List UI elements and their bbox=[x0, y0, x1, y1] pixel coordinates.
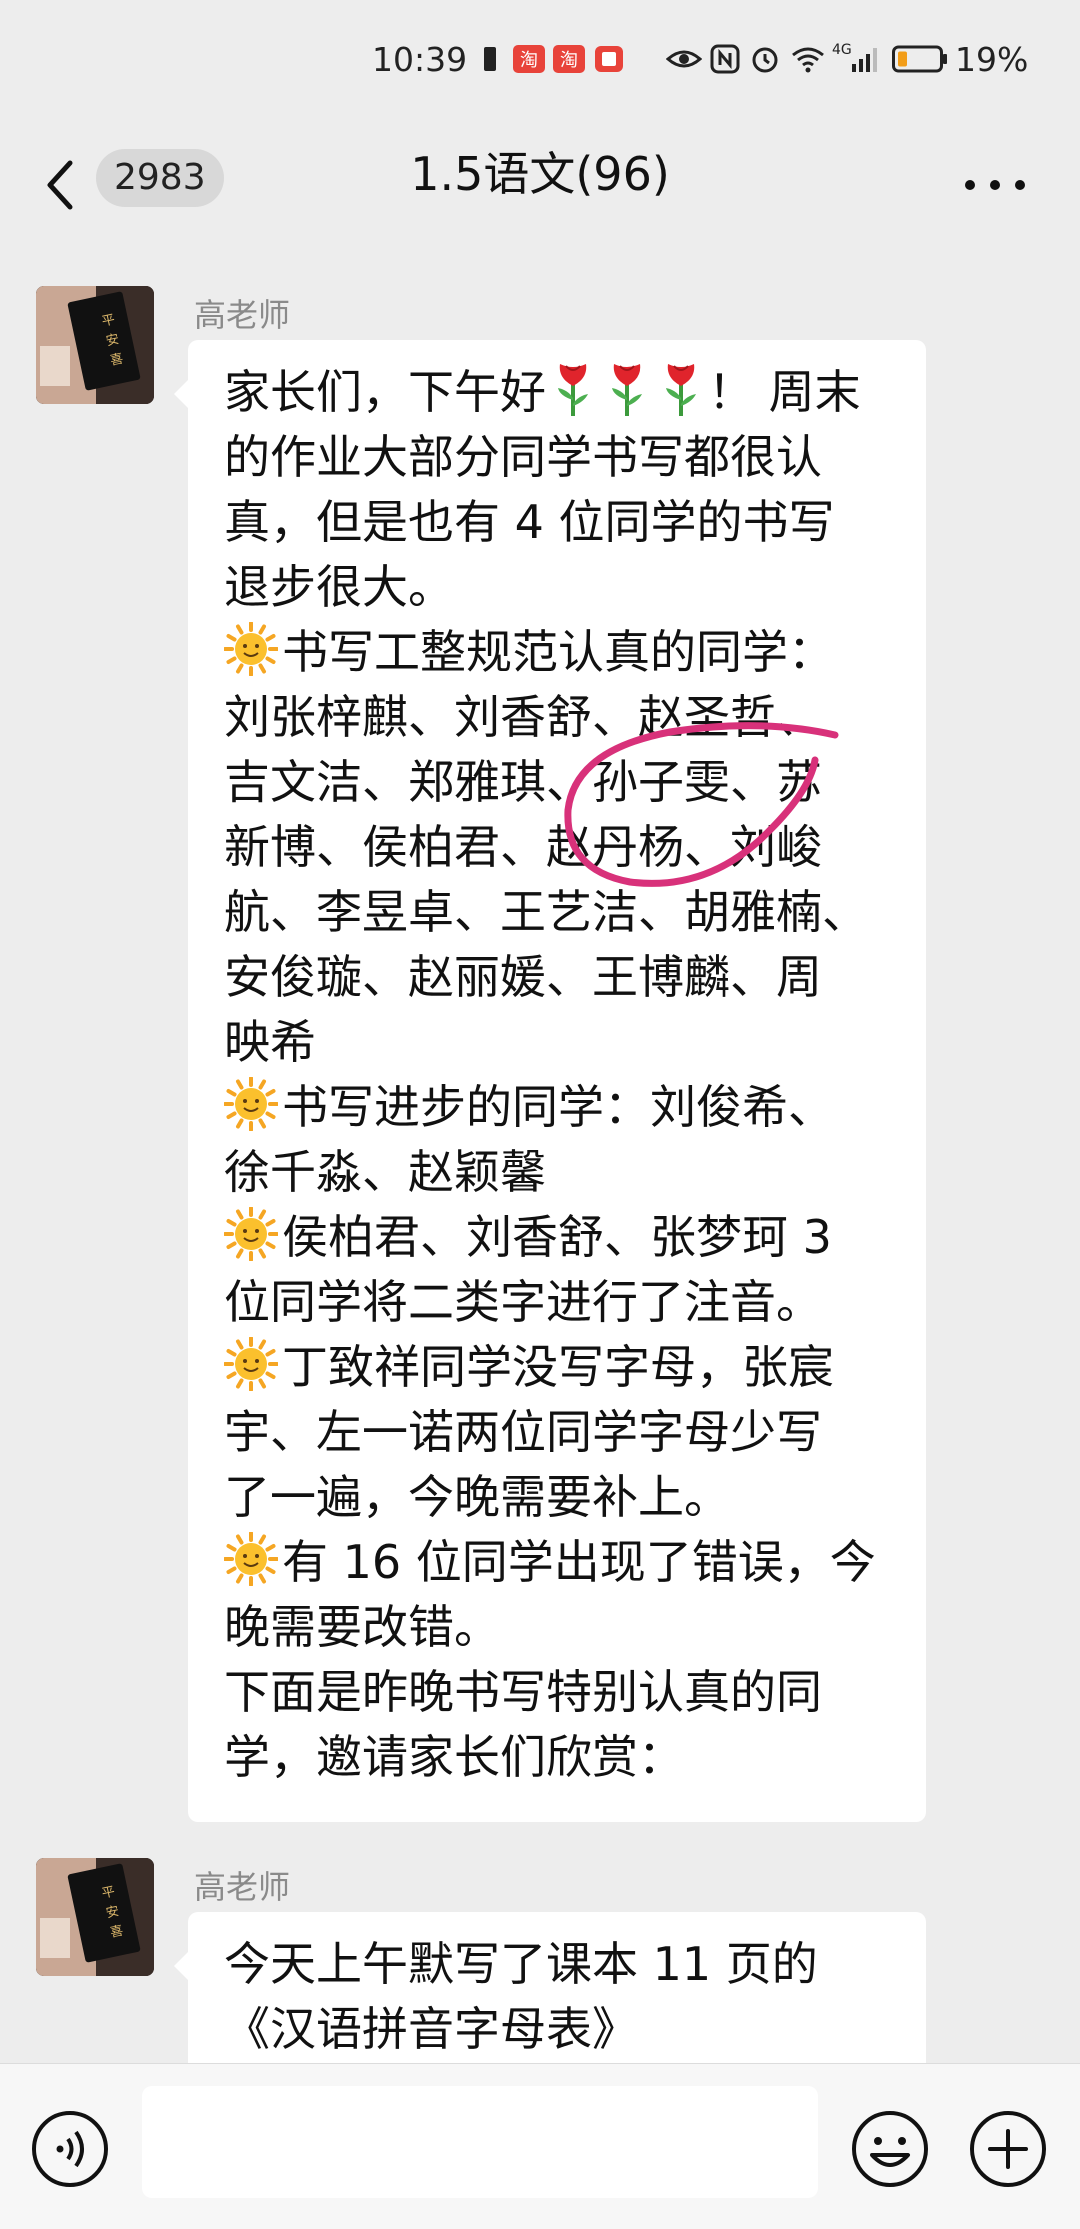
add-attachment-icon[interactable] bbox=[968, 2109, 1048, 2189]
more-options-icon[interactable] bbox=[960, 165, 1030, 205]
message-line: 退步很大。 bbox=[224, 555, 888, 620]
svg-text:淘: 淘 bbox=[560, 50, 578, 71]
svg-text:淘: 淘 bbox=[520, 50, 538, 71]
message-line: 《汉语拼音字母表》 bbox=[224, 1997, 888, 2062]
notification-icon bbox=[595, 46, 623, 72]
alarm-icon bbox=[752, 47, 778, 73]
message-text: 吉文洁、郑雅琪、孙子雯、苏 bbox=[224, 755, 822, 809]
taobao-icon: 淘 bbox=[553, 45, 585, 73]
message-text-input[interactable] bbox=[142, 2086, 818, 2198]
battery-icon bbox=[892, 45, 947, 73]
message-text: 位同学将二类字进行了注音。 bbox=[224, 1275, 822, 1329]
chat-header: 2983 1.5语文(96) bbox=[0, 125, 1080, 245]
message-text: 真，但是也有 4 位同学的书写 bbox=[224, 495, 835, 549]
message-line: 书写进步的同学：刘俊希、 bbox=[224, 1075, 888, 1140]
message-text: 晚需要改错。 bbox=[224, 1600, 500, 1654]
message-line: 宇、左一诺两位同学字母少写 bbox=[224, 1400, 888, 1465]
sim-icon bbox=[484, 47, 496, 71]
sun-emoji-icon bbox=[224, 1207, 278, 1261]
emoji-icon[interactable] bbox=[850, 2109, 930, 2189]
message-line: 徐千淼、赵颖馨 bbox=[224, 1140, 888, 1205]
message-line: 侯柏君、刘香舒、张梦珂 3 bbox=[224, 1205, 888, 1270]
rose-emoji-icon bbox=[612, 364, 642, 416]
eye-icon bbox=[666, 50, 702, 68]
taobao-icon: 淘 bbox=[513, 45, 545, 73]
message-text: 的作业大部分同学书写都很认 bbox=[224, 430, 822, 484]
sun-emoji-icon bbox=[224, 622, 278, 676]
message-bubble[interactable]: 家长们，下午好 ！ 周末的作业大部分同学书写都很认 真，但是也有 4 位同学的书写退… bbox=[174, 340, 926, 1822]
message-text: 退步很大。 bbox=[224, 560, 454, 614]
message-text: 宇、左一诺两位同学字母少写 bbox=[224, 1405, 822, 1459]
battery-percentage: 19% bbox=[955, 40, 1029, 79]
chat-title: 1.5语文(96) bbox=[410, 147, 670, 201]
message-line: 吉文洁、郑雅琪、孙子雯、苏 bbox=[224, 750, 888, 815]
avatar[interactable]: 平 安 喜 bbox=[36, 1858, 154, 1976]
message-line: 丁致祥同学没写字母，张宸 bbox=[224, 1335, 888, 1400]
message-text: 新博、侯柏君、赵丹杨、刘峻 bbox=[224, 820, 822, 874]
message-line: 书写工整规范认真的同学： bbox=[224, 620, 888, 685]
message-line: 下面是昨晚书写特别认真的同 bbox=[224, 1660, 888, 1725]
message-line: 了一遍，今晚需要补上。 bbox=[224, 1465, 888, 1530]
message-line: 安俊璇、赵丽媛、王博麟、周 bbox=[224, 945, 888, 1010]
message-line: 映希 bbox=[224, 1010, 888, 1075]
status-bar: 10:39 淘 淘 4G 19% bbox=[0, 0, 1080, 125]
sender-name: 高老师 bbox=[194, 296, 291, 334]
message-text: 书写进步的同学：刘俊希、 bbox=[282, 1080, 834, 1134]
message-line: 晚需要改错。 bbox=[224, 1595, 888, 1660]
nfc-icon bbox=[710, 44, 740, 74]
message-text: 航、李昱卓、王艺洁、胡雅楠、 bbox=[224, 885, 868, 939]
message-line: 新博、侯柏君、赵丹杨、刘峻 bbox=[224, 815, 888, 880]
message-line: 学，邀请家长们欣赏： bbox=[224, 1725, 888, 1790]
message-text: 下面是昨晚书写特别认真的同 bbox=[224, 1665, 822, 1719]
message-text: 学，邀请家长们欣赏： bbox=[224, 1730, 684, 1784]
message-text: 书写工整规范认真的同学： bbox=[282, 625, 834, 679]
message-line: 航、李昱卓、王艺洁、胡雅楠、 bbox=[224, 880, 888, 945]
message-line: 位同学将二类字进行了注音。 bbox=[224, 1270, 888, 1335]
message-text: 《汉语拼音字母表》 bbox=[224, 2002, 638, 2056]
message-input-bar bbox=[0, 2063, 1080, 2229]
message-line: 今天上午默写了课本 11 页的 bbox=[224, 1932, 888, 1997]
avatar[interactable]: 平 安 喜 bbox=[36, 286, 154, 404]
message-text: 刘张梓麒、刘香舒、赵圣哲、 bbox=[224, 690, 822, 744]
message-line: 刘张梓麒、刘香舒、赵圣哲、 bbox=[224, 685, 888, 750]
message-text: 了一遍，今晚需要补上。 bbox=[224, 1470, 730, 1524]
voice-input-icon[interactable] bbox=[30, 2109, 110, 2189]
status-time: 10:39 bbox=[372, 40, 468, 79]
message-text: 徐千淼、赵颖馨 bbox=[224, 1145, 546, 1199]
wifi-icon bbox=[792, 47, 824, 73]
message-text: 今天上午默写了课本 11 页的 bbox=[224, 1937, 818, 1991]
rose-emoji-icon bbox=[558, 364, 588, 416]
sun-emoji-icon bbox=[224, 1077, 278, 1131]
message-line: 有 16 位同学出现了错误，今 bbox=[224, 1530, 888, 1595]
message-line: 家长们，下午好 ！ 周末 bbox=[224, 360, 888, 425]
message-line: 真，但是也有 4 位同学的书写 bbox=[224, 490, 888, 555]
rose-emoji-icon bbox=[666, 364, 696, 416]
message-text: 侯柏君、刘香舒、张梦珂 3 bbox=[282, 1210, 832, 1264]
sender-name: 高老师 bbox=[194, 1868, 291, 1906]
message-text: 映希 bbox=[224, 1015, 316, 1069]
network-label: 4G bbox=[832, 42, 852, 58]
message-text: 家长们，下午好 bbox=[224, 365, 546, 419]
sun-emoji-icon bbox=[224, 1337, 278, 1391]
message-text: 丁致祥同学没写字母，张宸 bbox=[282, 1340, 834, 1394]
message-text: 安俊璇、赵丽媛、王博麟、周 bbox=[224, 950, 822, 1004]
message-text: 有 16 位同学出现了错误，今 bbox=[282, 1535, 876, 1589]
message-line: 的作业大部分同学书写都很认 bbox=[224, 425, 888, 490]
message-text: ！ 周末 bbox=[708, 365, 861, 419]
sun-emoji-icon bbox=[224, 1532, 278, 1586]
signal-icon bbox=[852, 48, 877, 72]
